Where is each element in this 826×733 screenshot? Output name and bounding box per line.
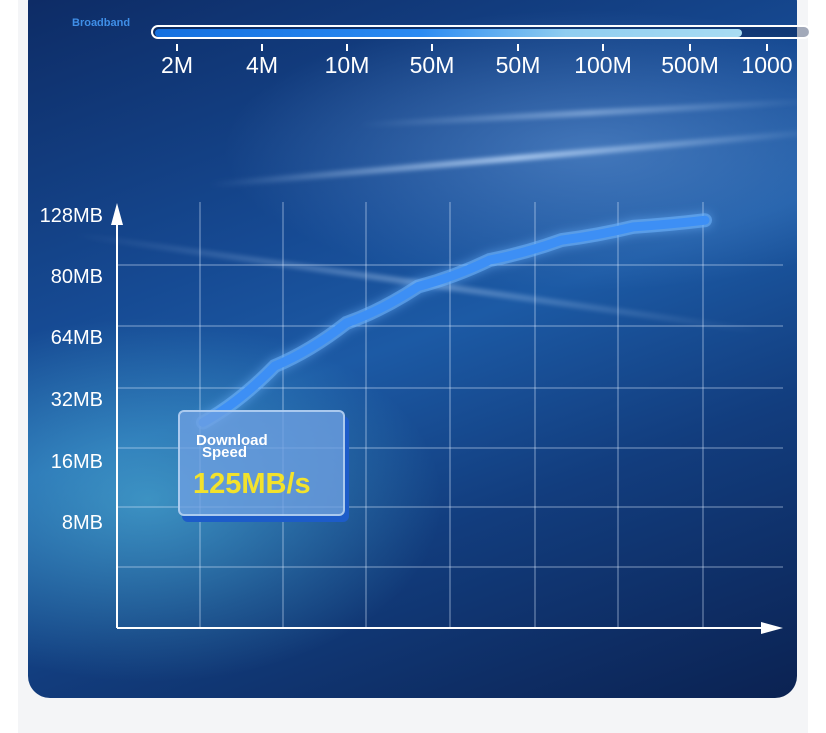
y-tick-label: 64MB bbox=[50, 327, 103, 349]
y-tick-label: 32MB bbox=[50, 389, 103, 411]
y-tick-label: 80MB bbox=[50, 266, 103, 288]
y-tick-label: 128MB bbox=[39, 205, 103, 227]
speed-chart bbox=[111, 202, 783, 634]
y-tick-label: 8MB bbox=[61, 512, 103, 534]
y-axis-arrow bbox=[111, 203, 123, 225]
download-speed-value: 125MB/s bbox=[193, 468, 311, 500]
x-axis-arrow bbox=[761, 622, 783, 634]
download-speed-box: Download Speed 125MB/s bbox=[178, 410, 345, 516]
download-speed-title: Download Speed bbox=[196, 433, 306, 460]
series-line-glow bbox=[196, 213, 712, 430]
y-tick-label: 16MB bbox=[50, 451, 103, 473]
download-speed-series-line bbox=[198, 215, 710, 427]
